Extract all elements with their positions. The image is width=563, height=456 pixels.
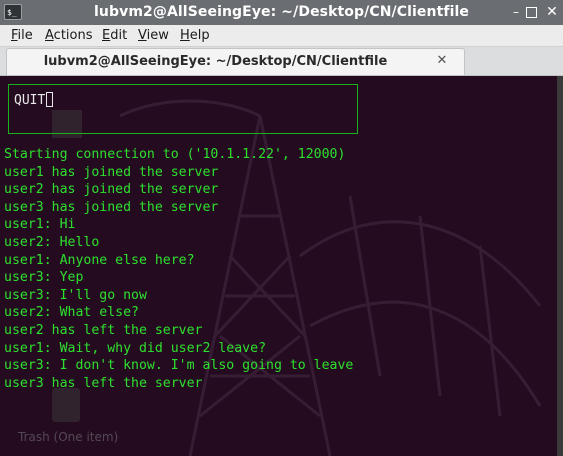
- menu-help-mnemonic: H: [180, 28, 190, 43]
- menu-bar: File Actions Edit View Help: [0, 25, 563, 47]
- maximize-button[interactable]: [526, 7, 537, 18]
- message-input-box[interactable]: QUIT: [8, 84, 358, 134]
- menu-view[interactable]: View: [138, 25, 169, 46]
- log-line: user3: I'll go now: [4, 287, 147, 303]
- text-cursor: [46, 92, 54, 107]
- menu-actions[interactable]: Actions: [45, 25, 93, 46]
- log-line: user2: What else?: [4, 305, 139, 321]
- close-window-button[interactable]: ✕: [544, 4, 560, 20]
- menu-file-label: ile: [17, 28, 33, 43]
- log-line: user1: Hi: [4, 217, 76, 233]
- tab-terminal[interactable]: lubvm2@AllSeeingEye: ~/Desktop/CN/Client…: [6, 48, 465, 75]
- terminal-area[interactable]: Trash (One item) QUIT Starting connectio…: [0, 76, 557, 456]
- chat-log: Starting connection to ('10.1.1.22', 120…: [4, 146, 353, 392]
- message-input[interactable]: QUIT: [14, 91, 54, 111]
- menu-actions-mnemonic: A: [45, 28, 54, 43]
- menu-edit-label: dit: [110, 28, 128, 43]
- menu-actions-label: ctions: [53, 28, 93, 43]
- tab-bar: lubvm2@AllSeeingEye: ~/Desktop/CN/Client…: [0, 47, 563, 76]
- log-line: user1: Anyone else here?: [4, 252, 195, 268]
- log-line: user3: Yep: [4, 270, 84, 286]
- menu-help-label: elp: [189, 28, 210, 43]
- terminal-window: $_ lubvm2@AllSeeingEye: ~/Desktop/CN/Cli…: [0, 0, 563, 456]
- log-line: user3: I don't know. I'm also going to l…: [4, 358, 354, 374]
- title-bar[interactable]: $_ lubvm2@AllSeeingEye: ~/Desktop/CN/Cli…: [0, 0, 563, 25]
- menu-help[interactable]: Help: [180, 25, 210, 46]
- menu-view-mnemonic: V: [138, 28, 147, 43]
- minimize-button[interactable]: –: [508, 4, 524, 20]
- tab-close-icon[interactable]: ✕: [434, 53, 450, 69]
- menu-edit[interactable]: Edit: [102, 25, 127, 46]
- menu-edit-mnemonic: E: [102, 28, 111, 43]
- menu-view-label: iew: [146, 28, 169, 43]
- window-title: lubvm2@AllSeeingEye: ~/Desktop/CN/Client…: [94, 4, 469, 20]
- log-line: user1 has joined the server: [4, 164, 219, 180]
- trash-label: Trash (One item): [18, 430, 119, 444]
- log-line: user2 has left the server: [4, 322, 203, 338]
- log-line: user3 has left the server: [4, 375, 203, 391]
- log-line: user2 has joined the server: [4, 182, 219, 198]
- log-line: user2: Hello: [4, 234, 100, 250]
- log-line: user3 has joined the server: [4, 199, 219, 215]
- log-line: Starting connection to ('10.1.1.22', 120…: [4, 147, 346, 162]
- tab-label: lubvm2@AllSeeingEye: ~/Desktop/CN/Client…: [43, 54, 388, 69]
- trash-icon: [52, 388, 80, 422]
- message-input-value: QUIT: [14, 93, 46, 108]
- terminal-scrollbar[interactable]: [557, 76, 563, 456]
- log-line: user1: Wait, why did user2 leave?: [4, 340, 267, 356]
- menu-file[interactable]: File: [11, 25, 33, 46]
